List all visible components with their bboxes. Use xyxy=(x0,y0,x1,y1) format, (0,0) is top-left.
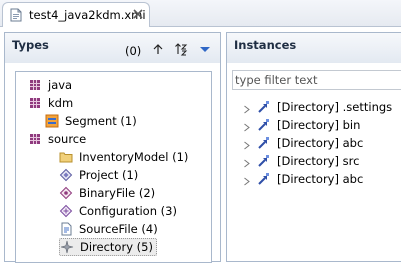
types-panel-header: Types (0) xyxy=(5,33,220,63)
editor-tab[interactable]: test4_java2kdm.xmi xyxy=(2,2,150,27)
tree-item-label: Configuration (3) xyxy=(79,204,177,218)
instance-item[interactable]: [Directory] .settings xyxy=(243,98,392,116)
tree-item-inventorymodel[interactable]: InventoryModel (1) xyxy=(59,148,188,166)
xmi-file-icon xyxy=(9,8,23,22)
package-icon xyxy=(28,96,42,110)
folder-icon xyxy=(59,150,73,164)
configuration-icon xyxy=(59,204,73,218)
instance-arrow-icon xyxy=(257,100,271,114)
expand-arrow-icon[interactable] xyxy=(243,157,251,167)
tab-title: test4_java2kdm.xmi xyxy=(29,8,146,22)
instance-label: [Directory] bin xyxy=(277,118,361,132)
tree-item-binaryfile[interactable]: BinaryFile (2) xyxy=(59,184,155,202)
expand-arrow-icon[interactable] xyxy=(243,175,251,185)
instance-item[interactable]: [Directory] abc xyxy=(243,134,363,152)
close-icon[interactable] xyxy=(132,8,144,20)
tree-item-directory[interactable]: Directory (5) xyxy=(59,238,157,256)
editor-tab-bar: test4_java2kdm.xmi xyxy=(0,0,401,27)
instance-label: [Directory] .settings xyxy=(277,100,393,114)
instance-label: [Directory] abc xyxy=(277,136,364,150)
tree-item-sourcefile[interactable]: SourceFile (4) xyxy=(59,220,158,238)
tree-item-label: source xyxy=(48,132,87,146)
arrow-up-icon[interactable] xyxy=(151,42,165,56)
instance-label: [Directory] abc xyxy=(277,172,364,186)
tree-item-label: Directory (5) xyxy=(80,240,153,254)
tree-item-label: Project (1) xyxy=(79,168,139,182)
tree-item-label: InventoryModel (1) xyxy=(79,150,189,164)
expand-arrow-icon[interactable] xyxy=(243,139,251,149)
instance-arrow-icon xyxy=(257,154,271,168)
sort-icon[interactable] xyxy=(174,42,188,56)
types-panel: Types (0) java kdm Segment (1) source In… xyxy=(4,32,221,263)
instances-panel-header: Instances xyxy=(227,33,401,63)
instances-panel: Instances [Directory] .settings [Directo xyxy=(226,32,401,262)
tree-item-label: kdm xyxy=(48,96,74,110)
view-menu-icon[interactable] xyxy=(198,42,212,56)
instance-item[interactable]: [Directory] abc xyxy=(243,170,363,188)
instance-arrow-icon xyxy=(257,172,271,186)
instance-arrow-icon xyxy=(257,136,271,150)
expand-arrow-icon[interactable] xyxy=(243,121,251,131)
source-file-icon xyxy=(59,222,73,236)
types-tree: java kdm Segment (1) source InventoryMod… xyxy=(15,71,212,263)
types-title: Types xyxy=(12,38,49,52)
filter-input[interactable] xyxy=(232,70,401,90)
binary-file-icon xyxy=(59,186,73,200)
tree-item-source[interactable]: source xyxy=(28,130,86,148)
tree-item-label: SourceFile (4) xyxy=(79,222,158,236)
tree-item-label: java xyxy=(48,78,73,92)
instance-label: [Directory] src xyxy=(277,154,360,168)
tree-item-segment[interactable]: Segment (1) xyxy=(45,112,137,130)
instances-title: Instances xyxy=(234,38,297,52)
project-icon xyxy=(59,168,73,182)
tree-item-java[interactable]: java xyxy=(28,76,72,94)
tree-item-project[interactable]: Project (1) xyxy=(59,166,138,184)
segment-icon xyxy=(45,114,59,128)
tree-item-label: Segment (1) xyxy=(65,114,137,128)
expand-arrow-icon[interactable] xyxy=(243,103,251,113)
tree-item-configuration[interactable]: Configuration (3) xyxy=(59,202,177,220)
package-icon xyxy=(28,78,42,92)
instance-item[interactable]: [Directory] src xyxy=(243,152,359,170)
instance-arrow-icon xyxy=(257,118,271,132)
types-count: (0) xyxy=(125,44,142,58)
package-icon xyxy=(28,132,42,146)
directory-icon xyxy=(60,240,74,254)
tree-item-kdm[interactable]: kdm xyxy=(28,94,73,112)
instance-item[interactable]: [Directory] bin xyxy=(243,116,360,134)
tree-item-label: BinaryFile (2) xyxy=(79,186,156,200)
